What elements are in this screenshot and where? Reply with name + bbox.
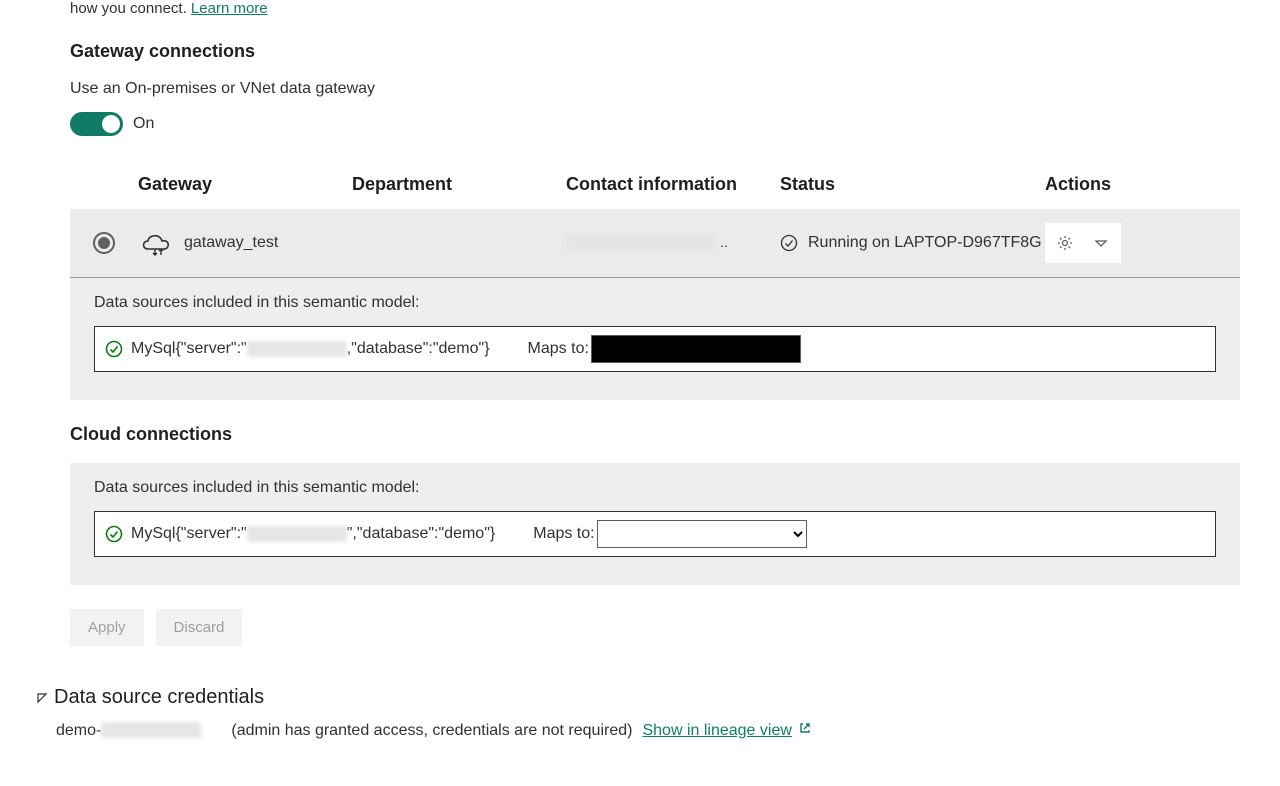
actions-cell xyxy=(1045,223,1165,263)
cloud-ds-check-icon xyxy=(105,525,123,543)
cloud-section: Cloud connections Data sources included … xyxy=(70,424,1240,646)
maps-to-label: Maps to: xyxy=(528,340,589,358)
learn-more-link[interactable]: Learn more xyxy=(191,0,268,17)
gateway-ds-text: MySql{"server":" ,"database":"demo"} xyxy=(131,340,490,358)
cloud-maps-select[interactable] xyxy=(597,520,807,548)
ds-redacted xyxy=(247,341,347,357)
ds-check-icon xyxy=(105,340,123,358)
gateway-ds-row: MySql{"server":" ,"database":"demo"} Maps… xyxy=(94,326,1216,372)
gateway-row: gataway_test .. Running on LAPTOP-D967TF… xyxy=(70,209,1240,278)
lineage-link[interactable]: Show in lineage view xyxy=(642,721,811,740)
gear-icon[interactable] xyxy=(1053,231,1077,255)
gateway-name: gataway_test xyxy=(184,234,278,252)
cloud-ds-suffix: ","database":"demo"} xyxy=(347,525,496,543)
ds-suffix: ,"database":"demo"} xyxy=(347,340,490,358)
cloud-icon xyxy=(138,229,174,257)
radio-dot xyxy=(98,237,110,249)
cred-name: demo- xyxy=(56,722,201,740)
gateway-maps-select[interactable] xyxy=(591,335,801,363)
action-box xyxy=(1045,223,1121,263)
gateway-radio-wrap xyxy=(70,232,138,254)
gateway-toggle-row: On xyxy=(70,112,1240,136)
caret-icon xyxy=(36,692,48,704)
gateway-maps-to: Maps to: xyxy=(528,335,801,363)
contact-cell: .. xyxy=(566,234,780,252)
col-gateway: Gateway xyxy=(138,174,352,195)
ds-prefix: MySql{"server":" xyxy=(131,340,247,358)
status-text: Running on LAPTOP-D967TF8G xyxy=(808,234,1042,252)
gateway-datasources-panel: Data sources included in this semantic m… xyxy=(70,278,1240,400)
col-status: Status xyxy=(780,174,1045,195)
gateway-radio[interactable] xyxy=(93,232,115,254)
cloud-ds-prefix: MySql{"server":" xyxy=(131,525,247,543)
cloud-maps-to-label: Maps to: xyxy=(533,525,594,543)
col-actions: Actions xyxy=(1045,174,1165,195)
gateway-ds-title: Data sources included in this semantic m… xyxy=(94,294,1216,312)
gateway-name-cell: gataway_test xyxy=(138,229,352,257)
cred-header[interactable]: Data source credentials xyxy=(36,686,1240,709)
cloud-ds-row: MySql{"server":" ","database":"demo"} Map… xyxy=(94,511,1216,557)
cloud-maps-to: Maps to: xyxy=(533,520,806,548)
gateway-toggle[interactable] xyxy=(70,112,123,136)
cred-note: (admin has granted access, credentials a… xyxy=(231,722,632,740)
contact-redacted xyxy=(566,234,716,252)
external-link-icon xyxy=(798,721,812,740)
toggle-knob xyxy=(102,115,120,133)
cred-name-prefix: demo- xyxy=(56,722,101,739)
gateway-title: Gateway connections xyxy=(70,41,1240,62)
status-check-icon xyxy=(780,234,798,252)
cred-title: Data source credentials xyxy=(54,686,264,709)
cloud-ds-redacted xyxy=(247,526,347,542)
toggle-label: On xyxy=(133,115,154,133)
gateway-section: Gateway connections Use an On-premises o… xyxy=(70,41,1240,400)
cloud-datasources-panel: Data sources included in this semantic m… xyxy=(70,463,1240,585)
button-row: Apply Discard xyxy=(70,609,1240,646)
chevron-down-icon[interactable] xyxy=(1089,231,1113,255)
cloud-ds-title: Data sources included in this semantic m… xyxy=(94,479,1216,497)
gateway-grid-header: Gateway Department Contact information S… xyxy=(70,164,1240,209)
cloud-ds-text: MySql{"server":" ","database":"demo"} xyxy=(131,525,495,543)
status-cell: Running on LAPTOP-D967TF8G xyxy=(780,234,1045,252)
lineage-text: Show in lineage view xyxy=(642,722,791,740)
intro-fragment: how you connect. xyxy=(70,0,191,17)
discard-button[interactable]: Discard xyxy=(156,609,243,646)
contact-suffix: .. xyxy=(720,234,728,250)
col-department: Department xyxy=(352,174,566,195)
apply-button[interactable]: Apply xyxy=(70,609,144,646)
col-contact: Contact information xyxy=(566,174,780,195)
cloud-title: Cloud connections xyxy=(70,424,1240,445)
intro-text: how you connect. Learn more xyxy=(70,0,1240,17)
cred-row: demo- (admin has granted access, credent… xyxy=(56,721,1240,740)
cred-name-redacted xyxy=(101,722,201,738)
credentials-section: Data source credentials demo- (admin has… xyxy=(36,686,1240,740)
gateway-subtitle: Use an On-premises or VNet data gateway xyxy=(70,80,1240,98)
